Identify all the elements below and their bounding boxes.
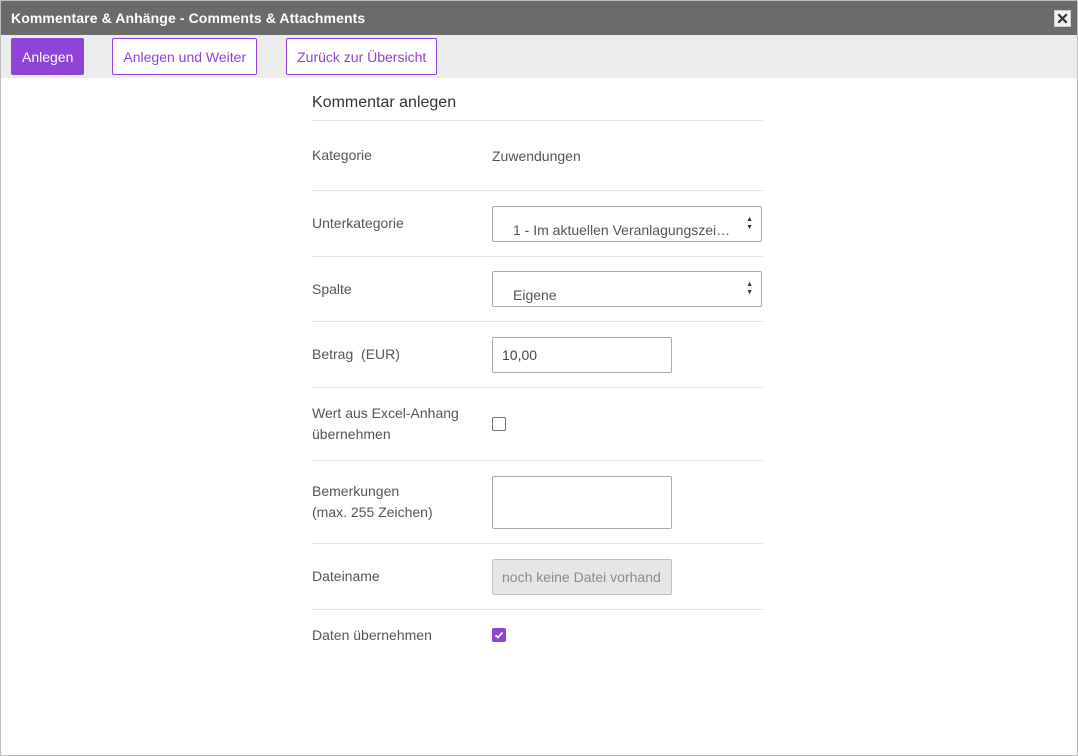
remarks-label-line2: (max. 255 Zeichen)	[312, 504, 433, 520]
apply-data-checkbox[interactable]	[492, 628, 506, 642]
amount-input[interactable]	[492, 336, 672, 373]
subcategory-select[interactable]: 1 - Im aktuellen Veranlagungszeitraum ▲ ▼	[492, 205, 762, 242]
subcategory-label: Unterkategorie	[312, 215, 404, 231]
check-icon	[494, 631, 504, 639]
filename-field: noch keine Datei vorhand	[492, 558, 672, 595]
window-title: Kommentare & Anhänge - Comments & Attach…	[11, 10, 366, 26]
column-row: Spalte Eigene ▲ ▼	[312, 257, 763, 322]
category-row: Kategorie Zuwendungen	[312, 121, 763, 191]
toolbar: Anlegen Anlegen und Weiter Zurück zur Üb…	[1, 35, 1077, 78]
column-selected-value: Eigene	[513, 287, 557, 303]
dialog-window: Kommentare & Anhänge - Comments & Attach…	[0, 0, 1078, 756]
filename-row: Dateiname noch keine Datei vorhand	[312, 544, 763, 610]
apply-data-row: Daten übernehmen	[312, 610, 763, 660]
select-arrows-icon: ▲ ▼	[746, 215, 753, 231]
close-button[interactable]	[1054, 9, 1071, 27]
title-bar: Kommentare & Anhänge - Comments & Attach…	[1, 1, 1077, 35]
category-label: Kategorie	[312, 147, 372, 163]
select-arrows-icon: ▲ ▼	[746, 281, 753, 296]
apply-data-label: Daten übernehmen	[312, 626, 432, 643]
remarks-row: Bemerkungen (max. 255 Zeichen)	[312, 461, 763, 544]
remarks-textarea[interactable]	[492, 475, 672, 529]
create-button[interactable]: Anlegen	[11, 38, 85, 75]
subcategory-selected-value: 1 - Im aktuellen Veranlagungszeitraum	[513, 221, 752, 238]
excel-value-label-line1: Wert aus Excel-Anhang	[312, 405, 459, 421]
column-label: Spalte	[312, 280, 352, 297]
excel-value-row: Wert aus Excel-Anhang übernehmen	[312, 388, 763, 461]
filename-label: Dateiname	[312, 568, 380, 584]
comment-form: Kommentar anlegen Kategorie Zuwendungen …	[312, 78, 763, 660]
category-value: Zuwendungen	[492, 147, 581, 164]
form-title: Kommentar anlegen	[312, 78, 763, 121]
remarks-label-line1: Bemerkungen	[312, 483, 400, 499]
back-to-overview-button[interactable]: Zurück zur Übersicht	[286, 38, 438, 75]
column-select[interactable]: Eigene ▲ ▼	[492, 271, 762, 307]
create-and-next-button[interactable]: Anlegen und Weiter	[112, 38, 258, 75]
amount-row: Betrag (EUR)	[312, 322, 763, 388]
excel-value-label-line2: übernehmen	[312, 426, 391, 442]
amount-label: Betrag (EUR)	[312, 346, 400, 362]
close-icon	[1057, 12, 1068, 24]
excel-value-checkbox[interactable]	[492, 417, 506, 431]
subcategory-row: Unterkategorie 1 - Im aktuellen Veranlag…	[312, 191, 763, 257]
